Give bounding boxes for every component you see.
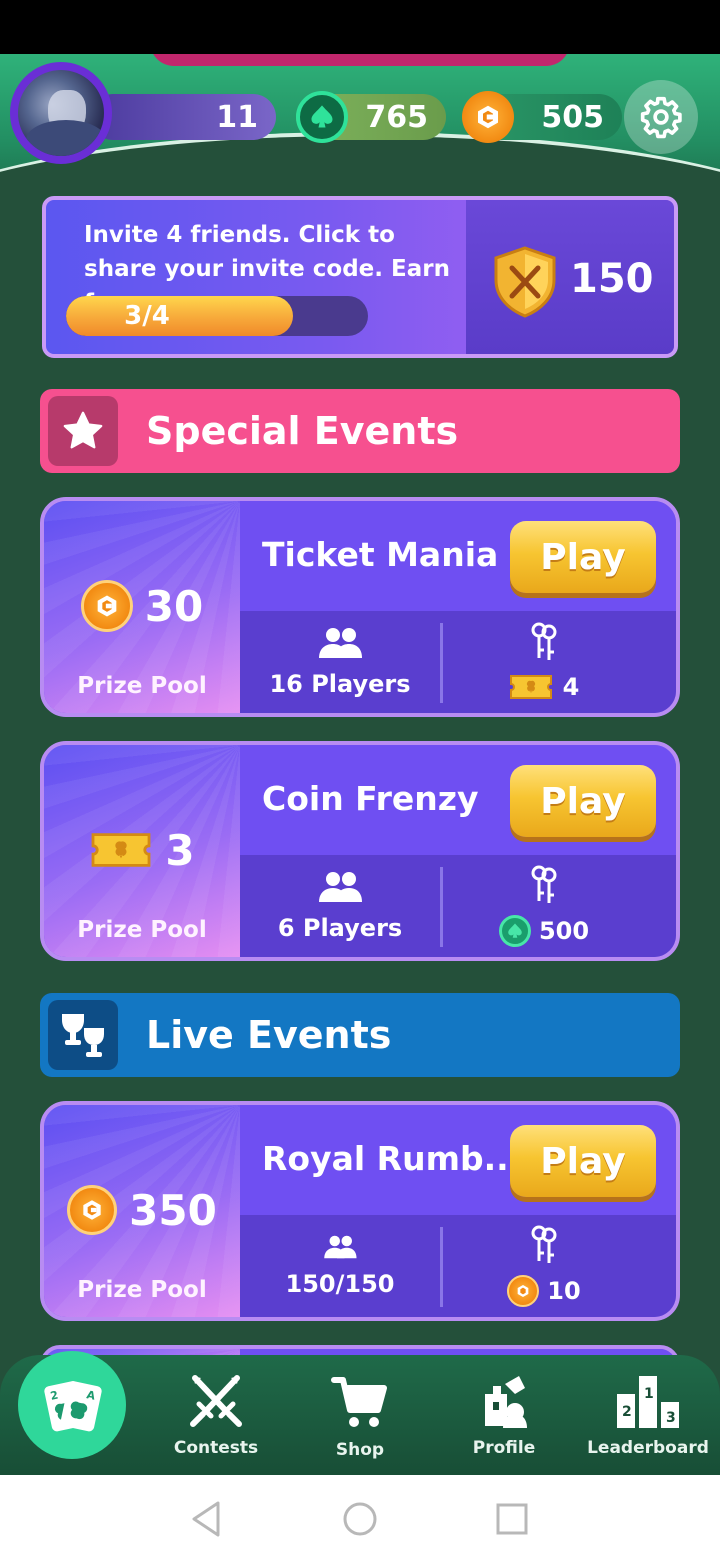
prize-value: 30	[144, 581, 204, 631]
trophy-icon	[48, 1000, 118, 1070]
invite-progress-label: 3/4	[124, 301, 170, 331]
gear-icon	[640, 96, 682, 139]
header-decoration	[150, 54, 570, 66]
event-name: Royal Rumb...	[262, 1139, 522, 1178]
stats-divider	[440, 623, 443, 703]
keys-icon	[531, 1225, 557, 1263]
ticket-icon	[509, 675, 552, 699]
event-stats: 6 Players 500	[240, 855, 676, 957]
players-icon	[319, 872, 362, 902]
section-title: Live Events	[146, 1013, 392, 1057]
home-circle-icon[interactable]	[342, 1499, 378, 1539]
coin-icon	[80, 580, 133, 632]
section-title: Special Events	[146, 409, 459, 453]
system-navigation-bar	[0, 1475, 720, 1560]
level-value: 11	[216, 99, 258, 135]
spade-icon	[498, 915, 531, 947]
event-card-ticket-mania[interactable]: 30 Prize Pool Ticket Mania Play 16 Playe…	[40, 497, 680, 717]
special-events-header: Special Events	[40, 389, 680, 473]
entry-fee-value: 4	[562, 673, 580, 701]
shopping-cart-icon	[331, 1377, 387, 1427]
keys-icon	[531, 865, 557, 903]
event-stats: 150/150 10	[240, 1215, 676, 1317]
spade-balance-value: 765	[365, 99, 428, 135]
nav-label: Contests	[173, 1438, 259, 1458]
svg-text:2: 2	[622, 1404, 632, 1420]
keys-icon	[531, 622, 557, 660]
level-indicator[interactable]: 11	[90, 94, 276, 140]
svg-text:1: 1	[644, 1386, 654, 1402]
entry-fee-value: 10	[547, 1277, 581, 1305]
stats-divider	[440, 1227, 443, 1307]
entry-fee: 10	[507, 1275, 581, 1307]
play-button[interactable]: Play	[510, 521, 656, 593]
coin-balance-value: 505	[541, 99, 604, 135]
play-button[interactable]: Play	[510, 765, 656, 837]
event-name: Ticket Mania	[262, 535, 499, 574]
players-count: 150/150	[285, 1270, 395, 1298]
players-count: 6 Players	[277, 914, 403, 942]
status-bar	[0, 0, 720, 54]
event-card-royal-rumble[interactable]: 350 Prize Pool Royal Rumb... Play 150/15…	[40, 1101, 680, 1321]
shield-swords-icon	[494, 246, 556, 318]
nav-leaderboard[interactable]: 2 1 3 Leaderboard	[583, 1372, 713, 1468]
prize-label: Prize Pool	[77, 673, 207, 699]
event-stats: 16 Players 4	[240, 611, 676, 713]
coin-icon	[462, 91, 514, 143]
invite-banner[interactable]: Invite 4 friends. Click to share your in…	[42, 196, 678, 358]
prize-label: Prize Pool	[77, 1277, 207, 1303]
nav-contests[interactable]: Contests	[151, 1372, 281, 1468]
svg-text:3: 3	[666, 1410, 676, 1426]
nav-label: Leaderboard	[587, 1438, 709, 1458]
crossed-swords-icon	[190, 1375, 242, 1427]
ticket-icon	[91, 833, 151, 867]
nav-label: Shop	[335, 1440, 385, 1460]
play-button[interactable]: Play	[510, 1125, 656, 1197]
prize-panel: 30 Prize Pool	[44, 501, 240, 713]
entry-fee-value: 500	[538, 917, 590, 945]
profile-castle-icon	[485, 1376, 527, 1428]
prize-panel: 350 Prize Pool	[44, 1105, 240, 1317]
players-icon	[319, 628, 362, 658]
nav-profile[interactable]: Profile	[439, 1372, 569, 1468]
players-count: 16 Players	[269, 670, 411, 698]
event-name: Coin Frenzy	[262, 779, 479, 818]
nav-shop[interactable]: Shop	[295, 1372, 425, 1468]
stats-divider	[440, 867, 443, 947]
nav-label: Profile	[472, 1438, 536, 1458]
recents-icon[interactable]	[494, 1499, 530, 1539]
spade-icon	[296, 91, 348, 143]
prize-value: 3	[165, 825, 195, 875]
prize-label: Prize Pool	[77, 917, 207, 943]
entry-fee: 500	[498, 915, 590, 947]
coin-icon	[507, 1275, 540, 1307]
prize-value: 350	[129, 1185, 217, 1235]
playing-cards-icon: 2 A	[44, 1381, 102, 1432]
players-icon	[324, 1235, 357, 1259]
home-cards-button[interactable]: 2 A	[18, 1351, 126, 1459]
star-icon	[48, 396, 118, 466]
settings-button[interactable]	[624, 80, 698, 154]
live-events-header: Live Events	[40, 993, 680, 1077]
entry-fee: 4	[509, 672, 580, 702]
invite-reward-value: 150	[570, 256, 654, 302]
coin-icon	[67, 1185, 118, 1235]
prize-panel: 3 Prize Pool	[44, 745, 240, 957]
podium-icon: 2 1 3	[617, 1376, 679, 1428]
invite-progress-bar: 3/4	[66, 296, 368, 336]
event-card-coin-frenzy[interactable]: 3 Prize Pool Coin Frenzy Play 6 Players …	[40, 741, 680, 961]
avatar[interactable]	[10, 62, 112, 164]
back-icon[interactable]	[188, 1499, 224, 1539]
